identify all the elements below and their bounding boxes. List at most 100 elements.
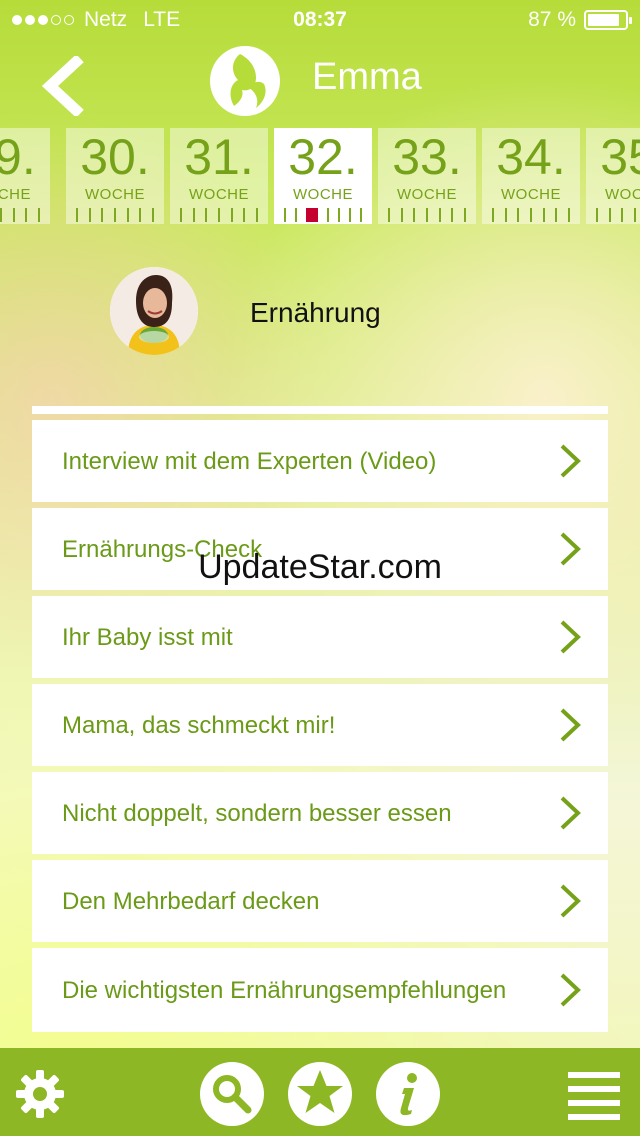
list-item[interactable]: Die wichtigsten Ernährungsempfehlungen <box>32 948 608 1032</box>
week-tab[interactable]: 33. WOCHE <box>378 128 476 224</box>
list-item[interactable]: Nicht doppelt, sondern besser essen <box>32 772 608 854</box>
day-tick <box>88 208 91 222</box>
day-ticks <box>388 208 466 222</box>
week-label: WOCHE <box>605 186 640 203</box>
day-tick <box>438 208 441 222</box>
day-tick <box>25 208 28 222</box>
status-bar: Netz LTE 08:37 87 % <box>0 0 640 40</box>
week-label: WOCHE <box>85 186 145 203</box>
day-tick <box>243 208 246 222</box>
article-list: Interview mit dem Experten (Video) Ernäh… <box>32 406 608 1036</box>
day-tick <box>555 208 558 222</box>
day-tick <box>37 208 40 222</box>
day-tick <box>101 208 104 222</box>
day-tick <box>621 208 624 222</box>
week-number: 35. <box>600 129 640 185</box>
week-number: 34. <box>496 129 566 185</box>
day-tick <box>76 208 78 222</box>
day-ticks <box>180 208 258 222</box>
day-tick <box>633 208 636 222</box>
day-tick <box>567 208 570 222</box>
week-label: WOCHE <box>189 186 249 203</box>
day-tick <box>338 208 340 222</box>
day-tick <box>192 208 195 222</box>
day-tick <box>608 208 611 222</box>
week-number: 33. <box>392 129 462 185</box>
nav-header: Emma <box>0 40 640 125</box>
chevron-right-icon <box>560 708 581 742</box>
week-label: WOCHE <box>501 186 561 203</box>
day-tick <box>349 208 351 222</box>
day-tick <box>413 208 416 222</box>
day-ticks <box>0 208 40 222</box>
day-tick <box>529 208 532 222</box>
search-icon <box>213 1075 252 1114</box>
chevron-right-icon <box>560 973 581 1007</box>
list-item-label: Ihr Baby isst mit <box>62 623 233 651</box>
day-tick <box>255 208 258 222</box>
star-icon <box>297 1070 343 1113</box>
chevron-right-icon <box>560 620 581 654</box>
chevron-left-icon[interactable] <box>38 56 86 116</box>
week-tab[interactable]: 34. WOCHE <box>482 128 580 224</box>
battery-percent: 87 % <box>528 8 576 31</box>
week-label: WOCHE <box>0 186 31 203</box>
day-tick <box>113 208 116 222</box>
day-tick <box>284 208 286 222</box>
gear-icon[interactable] <box>14 1068 66 1120</box>
week-label: WOCHE <box>397 186 457 203</box>
list-item[interactable]: Mama, das schmeckt mir! <box>32 684 608 766</box>
week-selector[interactable]: 29.WOCHE30.WOCHE31.WOCHE32.WOCHE33.WOCHE… <box>0 128 640 224</box>
day-tick <box>451 208 454 222</box>
week-tab[interactable]: 31. WOCHE <box>170 128 268 224</box>
search-button[interactable] <box>200 1062 264 1126</box>
day-tick <box>0 208 2 222</box>
day-tick <box>139 208 142 222</box>
day-ticks <box>284 208 362 222</box>
list-item[interactable]: Den Mehrbedarf decken <box>32 860 608 942</box>
week-number: 32. <box>288 129 358 185</box>
chevron-right-icon <box>560 444 581 478</box>
week-tab[interactable]: 30. WOCHE <box>66 128 164 224</box>
day-tick <box>596 208 598 222</box>
list-item[interactable]: Ihr Baby isst mit <box>32 596 608 678</box>
pregnancy-logo-icon <box>210 46 280 116</box>
chevron-right-icon <box>560 884 581 918</box>
week-number: 30. <box>80 129 150 185</box>
battery-icon <box>584 10 632 30</box>
avatar <box>110 267 198 355</box>
day-tick <box>327 208 329 222</box>
day-ticks <box>596 208 640 222</box>
week-tab[interactable]: 32. WOCHE <box>274 128 372 224</box>
day-ticks <box>76 208 154 222</box>
day-tick <box>151 208 154 222</box>
day-tick <box>504 208 507 222</box>
info-icon <box>400 1073 417 1116</box>
day-tick <box>295 208 297 222</box>
day-tick <box>400 208 403 222</box>
day-tick <box>306 208 318 222</box>
menu-icon[interactable] <box>568 1070 620 1120</box>
week-number: 31. <box>184 129 254 185</box>
info-button[interactable] <box>376 1062 440 1126</box>
day-tick <box>542 208 545 222</box>
topic-title: Ernährung <box>250 297 381 328</box>
day-tick <box>517 208 520 222</box>
day-tick <box>388 208 390 222</box>
week-label: WOCHE <box>293 186 353 203</box>
list-item-label: Die wichtigsten Ernährungsempfehlungen <box>62 976 507 1004</box>
favorites-button[interactable] <box>288 1062 352 1126</box>
day-tick <box>217 208 220 222</box>
day-tick <box>126 208 129 222</box>
week-tab[interactable]: 29.WOCHE <box>0 128 50 224</box>
list-item-label: Mama, das schmeckt mir! <box>62 711 336 739</box>
day-tick <box>463 208 466 222</box>
list-item[interactable]: Interview mit dem Experten (Video) <box>32 420 608 502</box>
week-tab[interactable]: 35.WOCHE <box>586 128 640 224</box>
day-tick <box>492 208 494 222</box>
day-tick <box>180 208 182 222</box>
day-ticks <box>492 208 570 222</box>
list-item-label: Interview mit dem Experten (Video) <box>62 447 437 475</box>
day-tick <box>205 208 208 222</box>
watermark: UpdateStar.com <box>198 548 442 586</box>
